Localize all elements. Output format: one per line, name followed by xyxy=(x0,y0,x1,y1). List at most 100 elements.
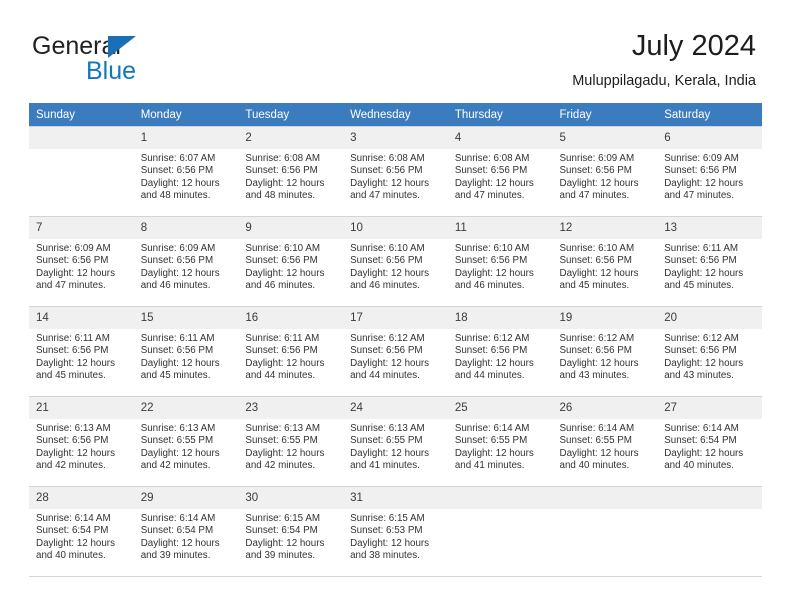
sunset-text: Sunset: 6:53 PM xyxy=(350,525,423,537)
day-cell-inner: 30 Sunrise: 6:15 AM Sunset: 6:54 PM Dayligh… xyxy=(238,487,344,576)
day-details: Sunrise: 6:12 AM Sunset: 6:56 PM Daylight:… xyxy=(657,329,762,383)
calendar-day-cell[interactable]: 4 Sunrise: 6:08 AM Sunset: 6:56 PM Daylight… xyxy=(447,126,553,217)
day-details: Sunrise: 6:13 AM Sunset: 6:56 PM Daylight:… xyxy=(29,419,134,473)
calendar-week-row: 28 Sunrise: 6:14 AM Sunset: 6:54 PM Dayligh… xyxy=(29,486,762,577)
weekday-header-sunday: Sunday xyxy=(29,103,134,127)
calendar-day-cell[interactable]: 24 Sunrise: 6:13 AM Sunset: 6:55 PM Dayligh… xyxy=(343,396,448,487)
title-block: July 2024 Muluppilagadu, Kerala, India xyxy=(572,28,756,92)
day-cell-inner: 1 Sunrise: 6:07 AM Sunset: 6:56 PM Daylight… xyxy=(133,127,239,216)
calendar-day-cell[interactable]: 28 Sunrise: 6:14 AM Sunset: 6:54 PM Dayligh… xyxy=(29,486,134,577)
calendar-day-cell[interactable]: 3 Sunrise: 6:08 AM Sunset: 6:56 PM Daylight… xyxy=(343,126,448,217)
calendar-day-cell[interactable]: 10 Sunrise: 6:10 AM Sunset: 6:56 PM Dayligh… xyxy=(343,216,448,307)
daylight-text-line1: Daylight: 12 hours xyxy=(36,357,115,369)
daylight-text-line2: and 48 minutes. xyxy=(140,190,211,202)
day-cell-inner: 4 Sunrise: 6:08 AM Sunset: 6:56 PM Daylight… xyxy=(447,127,553,216)
day-cell-inner: 26 Sunrise: 6:14 AM Sunset: 6:55 PM Dayligh… xyxy=(552,397,658,486)
calendar-day-cell[interactable]: 22 Sunrise: 6:13 AM Sunset: 6:55 PM Dayligh… xyxy=(133,396,239,487)
daylight-text-line1: Daylight: 12 hours xyxy=(454,267,534,279)
calendar-day-cell[interactable]: 2 Sunrise: 6:08 AM Sunset: 6:56 PM Daylight… xyxy=(238,126,344,217)
daylight-text-line2: and 40 minutes. xyxy=(664,460,734,472)
day-details: Sunrise: 6:10 AM Sunset: 6:56 PM Daylight:… xyxy=(343,239,448,293)
day-details: Sunrise: 6:12 AM Sunset: 6:56 PM Daylight:… xyxy=(553,329,658,383)
weekday-header-thursday: Thursday xyxy=(447,103,553,127)
calendar-day-cell[interactable]: 25 Sunrise: 6:14 AM Sunset: 6:55 PM Dayligh… xyxy=(447,396,553,487)
sunrise-text: Sunrise: 6:15 AM xyxy=(350,513,425,524)
daylight-text-line2: and 47 minutes. xyxy=(559,190,630,202)
daylight-text-line1: Daylight: 12 hours xyxy=(36,447,115,459)
daylight-text-line1: Daylight: 12 hours xyxy=(245,357,325,369)
calendar-day-cell[interactable]: 9 Sunrise: 6:10 AM Sunset: 6:56 PM Daylight… xyxy=(238,216,344,307)
calendar-day-cell[interactable]: 31 Sunrise: 6:15 AM Sunset: 6:53 PM Dayligh… xyxy=(343,486,448,577)
daylight-text-line2: and 46 minutes. xyxy=(350,280,420,292)
sunset-text: Sunset: 6:55 PM xyxy=(245,435,318,447)
day-number: 7 xyxy=(29,217,134,239)
sunrise-text: Sunrise: 6:11 AM xyxy=(664,243,739,254)
day-number: 17 xyxy=(343,307,448,329)
day-cell-inner: 5 Sunrise: 6:09 AM Sunset: 6:56 PM Daylight… xyxy=(552,127,658,216)
calendar-day-cell[interactable]: 11 Sunrise: 6:10 AM Sunset: 6:56 PM Dayligh… xyxy=(447,216,553,307)
day-number xyxy=(552,487,658,509)
calendar-day-cell[interactable]: 23 Sunrise: 6:13 AM Sunset: 6:55 PM Dayligh… xyxy=(238,396,344,487)
calendar-empty-cell xyxy=(447,486,553,577)
calendar-day-cell[interactable]: 27 Sunrise: 6:14 AM Sunset: 6:54 PM Dayligh… xyxy=(657,396,762,487)
calendar-day-cell[interactable]: 14 Sunrise: 6:11 AM Sunset: 6:56 PM Dayligh… xyxy=(29,306,134,397)
daylight-text-line1: Daylight: 12 hours xyxy=(140,537,220,549)
calendar-day-cell[interactable]: 30 Sunrise: 6:15 AM Sunset: 6:54 PM Dayligh… xyxy=(238,486,344,577)
calendar-day-cell[interactable]: 20 Sunrise: 6:12 AM Sunset: 6:56 PM Dayligh… xyxy=(657,306,762,397)
calendar-day-cell[interactable]: 13 Sunrise: 6:11 AM Sunset: 6:56 PM Dayligh… xyxy=(657,216,762,307)
daylight-text-line1: Daylight: 12 hours xyxy=(245,177,325,189)
sunset-text: Sunset: 6:56 PM xyxy=(454,165,528,177)
sunrise-text: Sunrise: 6:11 AM xyxy=(36,333,110,344)
sunrise-text: Sunrise: 6:13 AM xyxy=(36,423,111,434)
calendar-day-cell[interactable]: 21 Sunrise: 6:13 AM Sunset: 6:56 PM Dayligh… xyxy=(29,396,134,487)
day-number xyxy=(447,487,553,509)
daylight-text-line2: and 45 minutes. xyxy=(140,370,211,382)
day-cell-inner: 3 Sunrise: 6:08 AM Sunset: 6:56 PM Daylight… xyxy=(343,127,448,216)
calendar-day-cell[interactable]: 1 Sunrise: 6:07 AM Sunset: 6:56 PM Daylight… xyxy=(133,126,239,217)
day-number: 5 xyxy=(552,127,658,149)
day-details: Sunrise: 6:11 AM Sunset: 6:56 PM Daylight:… xyxy=(238,329,343,383)
day-cell-inner: 9 Sunrise: 6:10 AM Sunset: 6:56 PM Daylight… xyxy=(238,217,344,306)
daylight-text-line1: Daylight: 12 hours xyxy=(664,357,744,369)
calendar-day-cell[interactable]: 29 Sunrise: 6:14 AM Sunset: 6:54 PM Dayligh… xyxy=(133,486,239,577)
day-number: 28 xyxy=(29,487,134,509)
calendar-empty-cell xyxy=(29,126,134,217)
calendar-day-cell[interactable]: 26 Sunrise: 6:14 AM Sunset: 6:55 PM Dayligh… xyxy=(552,396,658,487)
calendar-day-cell[interactable]: 12 Sunrise: 6:10 AM Sunset: 6:56 PM Dayligh… xyxy=(552,216,658,307)
calendar-day-cell[interactable]: 5 Sunrise: 6:09 AM Sunset: 6:56 PM Daylight… xyxy=(552,126,658,217)
calendar-day-cell[interactable]: 8 Sunrise: 6:09 AM Sunset: 6:56 PM Daylight… xyxy=(133,216,239,307)
sunset-text: Sunset: 6:56 PM xyxy=(36,345,109,357)
calendar-day-cell[interactable]: 19 Sunrise: 6:12 AM Sunset: 6:56 PM Dayligh… xyxy=(552,306,658,397)
day-number: 19 xyxy=(552,307,658,329)
day-details: Sunrise: 6:15 AM Sunset: 6:53 PM Daylight:… xyxy=(343,509,448,563)
page-header: General Blue July 2024 Muluppilagadu, Ke… xyxy=(0,0,792,103)
sunrise-text: Sunrise: 6:10 AM xyxy=(559,243,635,254)
sunset-text: Sunset: 6:54 PM xyxy=(664,435,737,447)
day-cell-inner: 8 Sunrise: 6:09 AM Sunset: 6:56 PM Daylight… xyxy=(133,217,239,306)
daylight-text-line2: and 45 minutes. xyxy=(559,280,630,292)
day-cell-inner: 13 Sunrise: 6:11 AM Sunset: 6:56 PM Dayligh… xyxy=(657,217,762,306)
day-details: Sunrise: 6:14 AM Sunset: 6:54 PM Daylight:… xyxy=(29,509,134,563)
sunrise-text: Sunrise: 6:14 AM xyxy=(140,513,216,524)
sunrise-text: Sunrise: 6:12 AM xyxy=(664,333,739,344)
sunset-text: Sunset: 6:55 PM xyxy=(350,435,423,447)
calendar-day-cell[interactable]: 6 Sunrise: 6:09 AM Sunset: 6:56 PM Daylight… xyxy=(657,126,762,217)
calendar-day-cell[interactable]: 7 Sunrise: 6:09 AM Sunset: 6:56 PM Daylight… xyxy=(29,216,134,307)
sunrise-text: Sunrise: 6:11 AM xyxy=(245,333,320,344)
sunrise-text: Sunrise: 6:10 AM xyxy=(245,243,321,254)
day-cell-inner: 25 Sunrise: 6:14 AM Sunset: 6:55 PM Dayligh… xyxy=(447,397,553,486)
day-number: 30 xyxy=(238,487,344,509)
day-number: 9 xyxy=(238,217,344,239)
sunrise-text: Sunrise: 6:13 AM xyxy=(140,423,216,434)
sunrise-text: Sunrise: 6:10 AM xyxy=(350,243,425,254)
day-cell-inner: 2 Sunrise: 6:08 AM Sunset: 6:56 PM Daylight… xyxy=(238,127,344,216)
day-number: 29 xyxy=(133,487,239,509)
daylight-text-line1: Daylight: 12 hours xyxy=(664,447,744,459)
calendar-day-cell[interactable]: 15 Sunrise: 6:11 AM Sunset: 6:56 PM Dayligh… xyxy=(133,306,239,397)
day-details: Sunrise: 6:14 AM Sunset: 6:55 PM Daylight:… xyxy=(448,419,553,473)
day-cell-inner xyxy=(552,487,658,576)
day-number: 6 xyxy=(657,127,762,149)
calendar-day-cell[interactable]: 18 Sunrise: 6:12 AM Sunset: 6:56 PM Dayligh… xyxy=(447,306,553,397)
calendar-day-cell[interactable]: 17 Sunrise: 6:12 AM Sunset: 6:56 PM Dayligh… xyxy=(343,306,448,397)
calendar-day-cell[interactable]: 16 Sunrise: 6:11 AM Sunset: 6:56 PM Dayligh… xyxy=(238,306,344,397)
